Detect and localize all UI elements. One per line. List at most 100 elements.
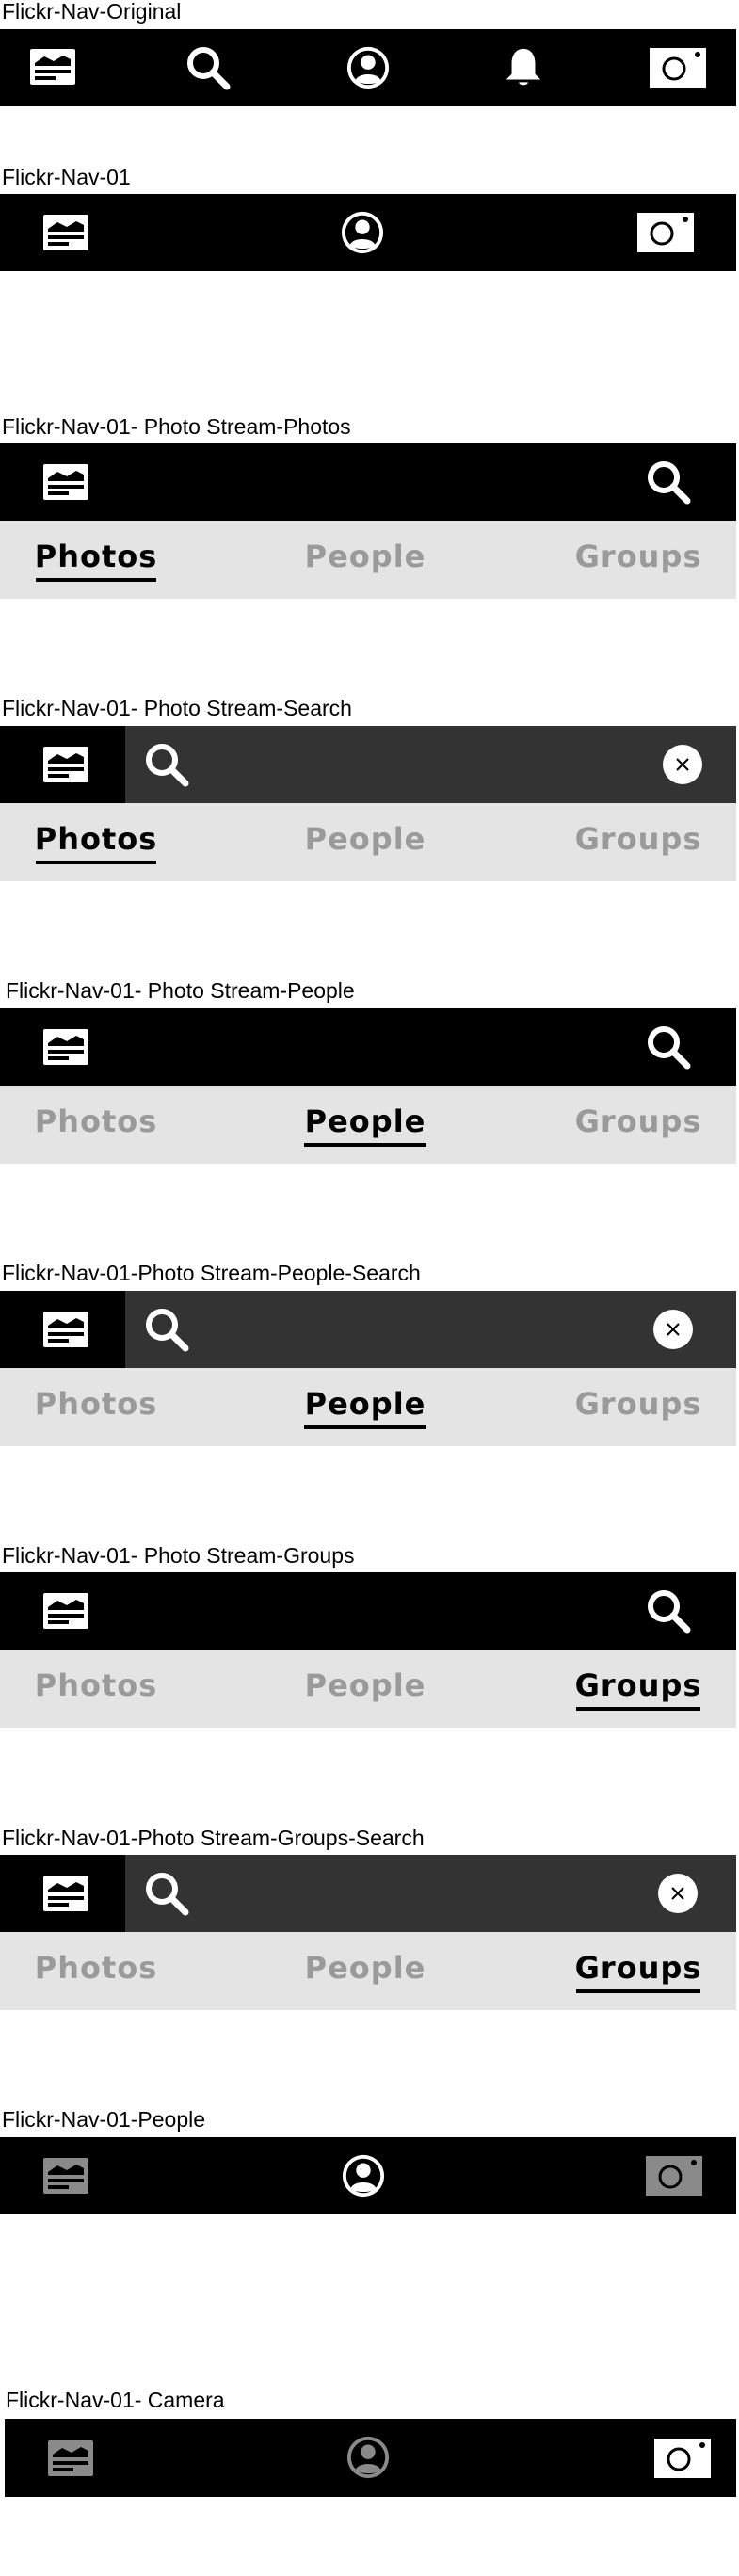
tab-people[interactable]: People [304,1368,426,1446]
tab-bar: Photos People Groups [0,803,736,881]
nav-bar-photostream [0,1008,736,1086]
tab-bar: Photos People Groups [0,1368,736,1446]
section-label-nav-people: Flickr-Nav-01-People [2,2107,206,2132]
photostream-icon[interactable] [42,746,89,783]
tab-groups[interactable]: Groups [574,1650,702,1728]
tab-photos[interactable]: Photos [34,1086,158,1164]
tab-label: Groups [574,820,702,857]
tab-groups[interactable]: Groups [574,1932,702,2010]
nav-bar-photostream-search [0,1855,736,1932]
photostream-icon[interactable] [42,1592,89,1630]
profile-icon[interactable] [340,210,385,255]
tab-label: People [304,538,426,574]
nav-bar-photostream [0,1572,736,1650]
nav-bar-photostream-search [0,1291,736,1368]
tab-label: Photos [34,820,158,857]
nav-bar-01 [0,194,736,271]
section-label-photos-search: Flickr-Nav-01- Photo Stream-Search [2,696,352,720]
section-label-nav-01: Flickr-Nav-01 [2,165,131,189]
tab-photos[interactable]: Photos [34,803,158,881]
search-icon [143,1870,190,1917]
search-icon[interactable] [185,44,232,91]
photostream-icon[interactable] [47,2439,94,2477]
tab-photos[interactable]: Photos [34,521,158,599]
tab-label: Groups [574,1666,702,1703]
tab-bar: Photos People Groups [0,1650,736,1728]
bell-icon[interactable] [501,45,546,90]
tab-underline [576,1706,700,1711]
photostream-icon[interactable] [42,2157,89,2195]
profile-icon[interactable] [345,45,391,90]
tab-groups[interactable]: Groups [574,1086,702,1164]
tab-label: Photos [34,1949,158,1986]
tab-bar: Photos People Groups [0,521,736,599]
search-input[interactable] [125,1855,736,1932]
nav-bar-photostream-search [0,726,736,803]
section-label-original: Flickr-Nav-Original [2,0,182,24]
tab-label: Photos [34,1385,158,1422]
tab-label: Photos [34,1666,158,1703]
tab-groups[interactable]: Groups [574,1368,702,1446]
search-icon[interactable] [645,459,692,506]
search-icon [143,1306,190,1353]
tab-people[interactable]: People [304,521,426,599]
tab-label: Groups [574,1385,702,1422]
photostream-icon[interactable] [42,214,89,251]
tab-photos[interactable]: Photos [34,1932,158,2010]
tab-underline [304,1142,426,1147]
tab-people[interactable]: People [304,1932,426,2010]
tab-bar: Photos People Groups [0,1086,736,1164]
tab-label: Groups [574,1103,702,1139]
tab-label: People [304,1666,426,1703]
photostream-icon[interactable] [42,463,89,501]
nav-bar-photostream [0,443,736,521]
photostream-icon[interactable] [42,1028,89,1066]
clear-icon[interactable] [662,744,703,785]
tab-people[interactable]: People [304,1086,426,1164]
tab-underline [36,577,156,582]
clear-icon[interactable] [657,1873,699,1914]
search-icon[interactable] [645,1023,692,1071]
section-label-people: Flickr-Nav-01- Photo Stream-People [6,978,355,1003]
tab-label: People [304,1103,426,1139]
tab-photos[interactable]: Photos [34,1368,158,1446]
camera-icon[interactable] [650,48,706,88]
tab-bar: Photos People Groups [0,1932,736,2010]
tab-label: Photos [34,538,158,574]
section-label-groups-search: Flickr-Nav-01-Photo Stream-Groups-Search [2,1826,425,1850]
tab-label: People [304,1385,426,1422]
tab-groups[interactable]: Groups [574,803,702,881]
profile-icon[interactable] [341,2153,386,2198]
tab-people[interactable]: People [304,803,426,881]
tab-people[interactable]: People [304,1650,426,1728]
camera-icon[interactable] [646,2156,702,2196]
photostream-icon[interactable] [42,1875,89,1912]
search-icon [143,741,190,788]
section-label-nav-camera: Flickr-Nav-01- Camera [6,2388,225,2412]
tab-label: People [304,820,426,857]
camera-icon[interactable] [637,213,694,252]
tab-underline [576,1988,700,1993]
clear-icon[interactable] [652,1309,694,1350]
section-label-groups: Flickr-Nav-01- Photo Stream-Groups [2,1543,355,1568]
search-icon[interactable] [645,1587,692,1634]
tab-label: Groups [574,538,702,574]
camera-icon[interactable] [654,2439,711,2478]
tab-underline [36,860,156,864]
photostream-icon[interactable] [29,48,76,86]
tab-groups[interactable]: Groups [574,521,702,599]
search-input[interactable] [125,726,736,803]
search-input[interactable] [125,1291,736,1368]
tab-label: People [304,1949,426,1986]
photostream-icon[interactable] [42,1311,89,1348]
tab-photos[interactable]: Photos [34,1650,158,1728]
section-label-photos: Flickr-Nav-01- Photo Stream-Photos [2,414,351,439]
nav-bar-01-camera [5,2419,736,2497]
nav-bar-01-people [0,2137,736,2214]
tab-underline [304,1425,426,1429]
section-label-people-search: Flickr-Nav-01-Photo Stream-People-Search [2,1261,421,1285]
tab-label: Photos [34,1103,158,1139]
profile-icon[interactable] [345,2435,391,2480]
nav-bar-original [0,29,736,106]
tab-label: Groups [574,1949,702,1986]
